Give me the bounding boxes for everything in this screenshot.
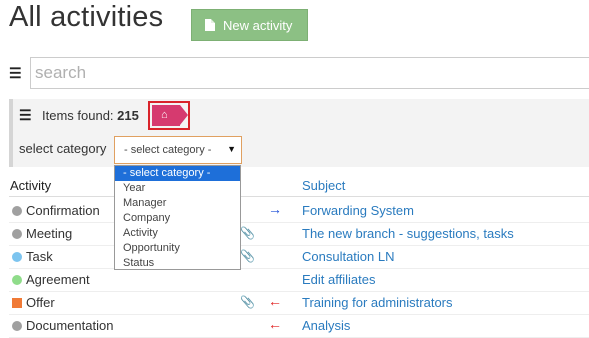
subject-link[interactable]: Forwarding System — [302, 203, 414, 218]
category-option[interactable]: Manager — [115, 196, 240, 211]
table-row[interactable]: Meeting 📎 The new branch - suggestions, ta… — [0, 223, 589, 246]
category-select[interactable]: - select category - ▼ — [114, 136, 242, 164]
paperclip-icon: 📎 — [240, 226, 255, 240]
table-row[interactable]: Documentation ← Analysis — [0, 315, 589, 338]
activity-name[interactable]: Offer — [26, 295, 55, 310]
category-dropdown: - select category - Year Manager Company Act… — [114, 165, 241, 270]
arrow-right-icon: → — [268, 201, 282, 217]
activity-name[interactable]: Agreement — [26, 272, 90, 287]
status-icon — [12, 275, 22, 285]
category-option[interactable]: - select category - — [115, 166, 240, 181]
category-label: select category — [19, 141, 107, 156]
table-row[interactable]: Offer 📎 ← Training for administrators — [0, 292, 589, 315]
menu-icon[interactable]: ☰ — [9, 65, 22, 82]
header-divider — [9, 196, 589, 197]
status-icon — [12, 321, 22, 331]
status-icon — [12, 298, 22, 308]
category-option[interactable]: Opportunity — [115, 241, 240, 256]
new-activity-label: New activity — [223, 17, 293, 33]
activity-name[interactable]: Meeting — [26, 226, 72, 241]
subject-link[interactable]: Consultation LN — [302, 249, 395, 264]
filter-menu-icon[interactable]: ☰ — [19, 107, 32, 124]
category-option[interactable]: Year — [115, 181, 240, 196]
subject-link[interactable]: The new branch - suggestions, tasks — [302, 226, 514, 241]
home-highlight: ⌂ — [148, 101, 190, 130]
new-activity-button[interactable]: New activity — [191, 9, 308, 41]
home-icon: ⌂ — [161, 109, 168, 121]
caret-down-icon: ▼ — [227, 144, 236, 154]
subject-link[interactable]: Edit affiliates — [302, 272, 375, 287]
search-input[interactable] — [30, 57, 589, 89]
column-header-activity[interactable]: Activity — [10, 178, 51, 193]
table-row[interactable]: Confirmation → Forwarding System — [0, 200, 589, 223]
activity-name[interactable]: Task — [26, 249, 53, 264]
column-header-subject[interactable]: Subject — [302, 178, 345, 193]
paperclip-icon: 📎 — [240, 295, 255, 309]
page-title: All activities — [9, 1, 164, 33]
category-option[interactable]: Status — [115, 256, 240, 271]
category-select-value: - select category - — [124, 144, 212, 156]
items-found-count: 215 — [117, 108, 139, 123]
arrow-left-icon: ← — [268, 293, 282, 309]
activity-name[interactable]: Confirmation — [26, 203, 100, 218]
status-icon — [12, 229, 22, 239]
document-icon — [205, 19, 215, 31]
table-row[interactable]: Agreement Edit affiliates — [0, 269, 589, 292]
status-icon — [12, 252, 22, 262]
home-button[interactable]: ⌂ — [152, 105, 188, 126]
table-row[interactable]: Task 📎 Consultation LN — [0, 246, 589, 269]
arrow-left-icon: ← — [268, 316, 282, 332]
subject-link[interactable]: Training for administrators — [302, 295, 453, 310]
paperclip-icon: 📎 — [240, 249, 255, 263]
status-icon — [12, 206, 22, 216]
items-found-label: Items found: — [42, 108, 114, 123]
category-option[interactable]: Activity — [115, 226, 240, 241]
items-found: Items found: 215 — [42, 108, 139, 123]
category-option[interactable]: Company — [115, 211, 240, 226]
